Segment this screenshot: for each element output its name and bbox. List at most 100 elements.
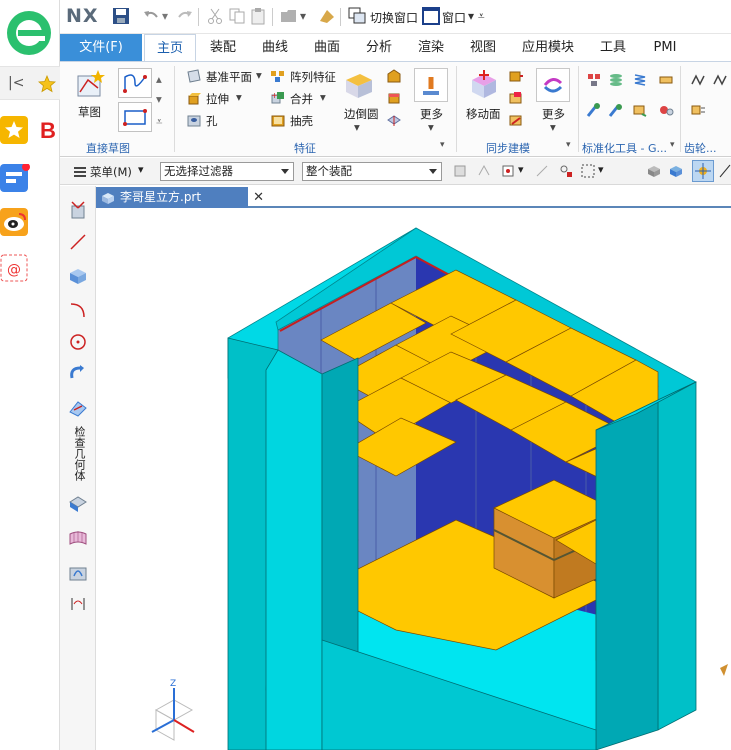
open-folder-icon[interactable] <box>280 7 298 25</box>
block-icon[interactable] <box>68 266 88 286</box>
more-sync-tool[interactable] <box>536 68 570 102</box>
replace-face-icon[interactable] <box>508 112 524 128</box>
snap-point-icon[interactable] <box>500 163 516 179</box>
weibo-icon[interactable] <box>0 208 30 238</box>
pattern-feature-icon[interactable] <box>270 68 286 84</box>
undo-icon[interactable] <box>142 7 160 25</box>
switch-window-icon[interactable] <box>348 7 366 25</box>
edge-blend-dropdown-icon[interactable]: ▾ <box>354 120 360 134</box>
window-button[interactable]: 窗口 <box>442 9 466 26</box>
profile-tool[interactable] <box>118 68 152 98</box>
spring-tool-icon[interactable] <box>68 594 88 614</box>
chamfer-icon[interactable] <box>386 68 402 84</box>
redo-icon[interactable] <box>176 7 194 25</box>
std-group-dropdown-icon[interactable]: ▾ <box>670 140 675 150</box>
bookmark-star-icon[interactable] <box>0 116 30 146</box>
close-tab-icon[interactable]: ✕ <box>253 187 264 208</box>
tab-file[interactable]: 文件(F) <box>60 34 142 62</box>
shell-button[interactable]: 抽壳 <box>290 113 313 129</box>
extrude-icon[interactable] <box>186 90 202 106</box>
paste-icon[interactable] <box>250 7 268 25</box>
more-feature-dropdown-icon[interactable]: ▾ <box>428 120 434 134</box>
feature-group-dropdown-icon[interactable]: ▾ <box>440 140 445 150</box>
cut-icon[interactable] <box>206 7 224 25</box>
revolve-icon[interactable] <box>68 364 88 384</box>
undo-dropdown-icon[interactable]: ▾ <box>162 9 168 23</box>
tab-analysis[interactable]: 分析 <box>356 34 402 62</box>
snap-toggle[interactable] <box>692 160 714 182</box>
copy-icon[interactable] <box>228 7 246 25</box>
std-weld-icon[interactable] <box>586 102 602 118</box>
shell-icon[interactable] <box>270 112 286 128</box>
more-sync-dropdown-icon[interactable]: ▾ <box>550 120 556 134</box>
surface-mesh-icon[interactable] <box>68 528 88 548</box>
window-icon[interactable] <box>422 7 440 25</box>
filter-tool2-icon[interactable] <box>476 163 492 179</box>
tab-curve[interactable]: 曲线 <box>252 34 298 62</box>
offset-region-icon[interactable] <box>508 90 524 106</box>
datum-plane-button[interactable]: 基准平面 <box>206 69 252 85</box>
menu-icon[interactable] <box>72 164 88 180</box>
face-analysis-icon[interactable] <box>68 494 88 514</box>
menu-button[interactable]: 菜单(M) <box>90 164 132 180</box>
menu-dropdown-icon[interactable]: ▾ <box>138 163 144 176</box>
snap-tool-icon[interactable] <box>534 163 550 179</box>
line-tool-icon[interactable] <box>718 163 731 179</box>
filter-tool1-icon[interactable] <box>452 163 468 179</box>
tab-tools[interactable]: 工具 <box>590 34 636 62</box>
std-pin-icon[interactable] <box>608 102 624 118</box>
window-dropdown-icon[interactable]: ▾ ⩡ <box>468 9 485 24</box>
check-geometry-tool-icon[interactable] <box>68 398 88 418</box>
hole-button[interactable]: 孔 <box>206 113 218 129</box>
pattern-feature-button[interactable]: 阵列特征 <box>290 69 336 85</box>
snap-dropdown-icon[interactable]: ▾ <box>518 163 524 176</box>
gear-tool2-icon[interactable] <box>712 72 728 88</box>
datum-csys-icon[interactable] <box>68 200 88 220</box>
collapse-icon[interactable]: |< <box>8 75 24 91</box>
move-face-icon[interactable] <box>466 68 500 102</box>
favorite-star-icon[interactable] <box>38 75 56 93</box>
unite-dropdown-icon[interactable]: ▾ <box>320 90 326 104</box>
std-key-icon[interactable] <box>632 102 648 118</box>
more-feature-tool[interactable] <box>414 68 448 102</box>
point-on-curve-icon[interactable] <box>558 163 574 179</box>
std-part-icon[interactable] <box>586 72 602 88</box>
section-view-icon[interactable] <box>68 562 88 582</box>
tab-application[interactable]: 应用模块 <box>512 34 584 62</box>
selection-filter-select[interactable]: 无选择过滤器 <box>160 162 294 181</box>
news-app-icon[interactable] <box>0 164 30 194</box>
tab-assembly[interactable]: 装配 <box>200 34 246 62</box>
tab-view[interactable]: 视图 <box>460 34 506 62</box>
tab-surface[interactable]: 曲面 <box>304 34 350 62</box>
gear-tool-icon[interactable] <box>690 72 706 88</box>
gallery-expand-icon[interactable]: ⩡ <box>156 114 163 129</box>
gear-tool3-icon[interactable] <box>690 102 706 118</box>
scroll-down-icon[interactable]: ▾ <box>156 92 162 106</box>
tab-home[interactable]: 主页 <box>144 34 196 62</box>
datum-plane-dropdown-icon[interactable]: ▾ <box>256 68 262 82</box>
unite-icon[interactable]: + <box>270 90 286 106</box>
mail-icon[interactable]: @ <box>0 254 30 284</box>
model-view[interactable]: Z <box>96 210 731 750</box>
std-spring-icon[interactable] <box>632 72 648 88</box>
sync-group-dropdown-icon[interactable]: ▾ <box>566 140 571 150</box>
tab-pmi[interactable]: PMI <box>642 34 688 62</box>
unite-button[interactable]: 合并 <box>290 91 313 107</box>
draft-icon[interactable] <box>386 90 402 106</box>
line-icon[interactable] <box>68 232 88 252</box>
shaded-view-icon[interactable] <box>646 163 662 179</box>
rectangle-tool[interactable] <box>118 102 152 132</box>
sketch-icon[interactable] <box>74 68 106 100</box>
box-select-dropdown-icon[interactable]: ▾ <box>598 163 604 176</box>
open-dropdown-icon[interactable]: ▾ <box>300 9 306 23</box>
circle-icon[interactable] <box>68 332 88 352</box>
graphics-viewport[interactable]: Z <box>96 210 731 750</box>
view-cube-icon[interactable] <box>668 163 684 179</box>
edge-blend-button[interactable]: 边倒圆 <box>344 106 379 122</box>
render-style-icon[interactable] <box>318 7 336 25</box>
extrude-dropdown-icon[interactable]: ▾ <box>236 90 242 104</box>
datum-plane-icon[interactable] <box>186 68 202 84</box>
check-geometry-label[interactable]: 检查几何体 <box>71 426 86 481</box>
pull-face-icon[interactable] <box>508 68 524 84</box>
selection-scope-select[interactable]: 整个装配 <box>302 162 442 181</box>
